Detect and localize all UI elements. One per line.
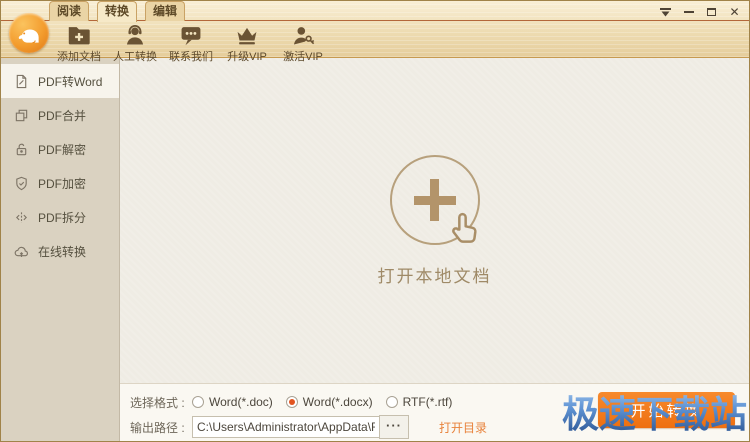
radio-icon xyxy=(385,396,398,408)
tab-edit[interactable]: 编辑 xyxy=(145,1,185,21)
content-area: 打开本地文档 选择格式 : Word(*.doc) Word(*.docx) R… xyxy=(120,58,749,441)
sidebar-item-pdf-encrypt[interactable]: PDF加密 xyxy=(1,166,119,200)
format-label: 选择格式 : xyxy=(130,395,185,410)
close-button[interactable]: ✕ xyxy=(728,5,741,19)
add-document-icon xyxy=(66,24,92,46)
radio-label: Word(*.docx) xyxy=(302,395,373,409)
minimize-button[interactable] xyxy=(682,6,695,18)
activate-vip-button[interactable]: 激活VIP xyxy=(277,22,329,64)
tab-read[interactable]: 阅读 xyxy=(49,1,89,21)
radio-label: Word(*.doc) xyxy=(209,395,273,409)
sidebar-item-pdf-decrypt[interactable]: PDF解密 xyxy=(1,132,119,166)
radio-rtf[interactable]: RTF(*.rtf) xyxy=(385,395,453,409)
browse-button[interactable]: ··· xyxy=(379,415,409,439)
radio-icon xyxy=(192,396,204,408)
pdf-split-icon xyxy=(14,210,29,225)
pdf-decrypt-icon xyxy=(14,142,29,157)
hand-pointer-icon xyxy=(451,212,477,243)
ribbon-tabs: 阅读 转换 编辑 xyxy=(49,1,185,22)
upgrade-vip-button[interactable]: 升级VIP xyxy=(221,22,273,64)
toolbar-label: 激活VIP xyxy=(283,51,323,63)
sidebar-item-label: 在线转换 xyxy=(38,244,87,259)
toolbar-label: 升级VIP xyxy=(227,51,267,63)
contact-us-button[interactable]: 联系我们 xyxy=(165,22,217,64)
titlebar: 阅读 转换 编辑 ✕ 添加文档 人工转换 联系我们 升级VIP 激活VIP xyxy=(1,1,749,63)
app-window: 阅读 转换 编辑 ✕ 添加文档 人工转换 联系我们 升级VIP 激活VIP PD… xyxy=(0,0,750,442)
radio-icon xyxy=(285,396,298,408)
window-body: PDF转Word PDF合并 PDF解密 PDF加密 PDF拆分 在线转换 打开… xyxy=(1,58,749,441)
maximize-button[interactable] xyxy=(705,6,718,18)
output-path-label: 输出路径 : xyxy=(130,420,185,435)
upgrade-vip-icon xyxy=(234,24,260,46)
sidebar-item-label: PDF加密 xyxy=(38,176,87,191)
pdf-encrypt-icon xyxy=(14,176,29,191)
toolbar-label: 人工转换 xyxy=(113,51,157,63)
sidebar-item-pdf-split[interactable]: PDF拆分 xyxy=(1,200,119,234)
toolbar-label: 联系我们 xyxy=(169,51,213,63)
radio-label: RTF(*.rtf) xyxy=(402,395,453,409)
elephant-icon xyxy=(18,29,39,44)
open-local-document-label: 打开本地文档 xyxy=(377,266,492,286)
plus-icon xyxy=(430,178,439,221)
radio-word-docx[interactable]: Word(*.docx) xyxy=(285,395,373,409)
sidebar-item-label: PDF解密 xyxy=(38,142,87,157)
sidebar-item-label: PDF转Word xyxy=(38,74,103,89)
manual-convert-icon xyxy=(123,24,147,46)
tab-convert[interactable]: 转换 xyxy=(97,1,137,22)
sidebar: PDF转Word PDF合并 PDF解密 PDF加密 PDF拆分 在线转换 xyxy=(1,58,120,441)
sidebar-item-pdf-to-word[interactable]: PDF转Word xyxy=(1,64,119,98)
window-controls: ✕ xyxy=(659,5,741,19)
output-path-input[interactable] xyxy=(192,416,380,438)
app-logo-icon[interactable] xyxy=(9,13,49,53)
sidebar-item-label: PDF合并 xyxy=(38,108,87,123)
online-convert-icon xyxy=(14,244,29,259)
add-document-button[interactable]: 添加文档 xyxy=(53,22,105,64)
activate-vip-icon xyxy=(291,24,316,46)
open-local-document-dropzone[interactable]: 打开本地文档 xyxy=(120,58,749,383)
start-convert-button[interactable]: 开始转换 xyxy=(598,392,735,428)
radio-word-doc[interactable]: Word(*.doc) xyxy=(192,395,273,409)
open-directory-link[interactable]: 打开目录 xyxy=(439,419,487,436)
toolbar-label: 添加文档 xyxy=(57,51,101,63)
sidebar-item-label: PDF拆分 xyxy=(38,210,87,225)
manual-convert-button[interactable]: 人工转换 xyxy=(109,22,161,64)
sidebar-item-online-convert[interactable]: 在线转换 xyxy=(1,234,119,268)
sidebar-item-pdf-merge[interactable]: PDF合并 xyxy=(1,98,119,132)
skin-menu-icon[interactable] xyxy=(659,6,672,18)
toolbar: 添加文档 人工转换 联系我们 升级VIP 激活VIP xyxy=(53,22,329,64)
contact-us-icon xyxy=(178,24,204,46)
pdf-merge-icon xyxy=(14,108,29,123)
add-file-circle-icon[interactable] xyxy=(389,154,480,245)
pdf-to-word-icon xyxy=(14,74,29,89)
